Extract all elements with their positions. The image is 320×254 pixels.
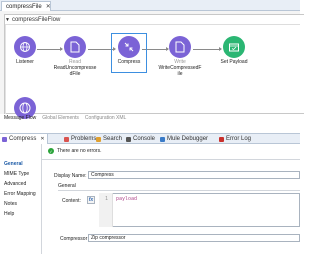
close-icon[interactable]: ✕ xyxy=(40,136,44,142)
line-number: 1 xyxy=(105,196,109,202)
tab-error-log[interactable]: Error Log xyxy=(219,134,251,144)
tab-compress[interactable]: Compress ✕ xyxy=(0,134,48,144)
tab-console[interactable]: Console xyxy=(126,134,155,144)
search-icon xyxy=(96,136,101,142)
bug-icon xyxy=(160,136,165,142)
node-write[interactable]: Write WriteCompressedF ile xyxy=(156,36,204,77)
collapse-icon[interactable]: ▼ xyxy=(5,17,10,23)
node-label: WriteCompressedF ile xyxy=(158,65,202,77)
check-icon: ✓ xyxy=(48,148,54,154)
flow-name: compressFileFlow xyxy=(11,16,61,23)
console-icon xyxy=(126,136,131,142)
tab-mule-debugger[interactable]: Mule Debugger xyxy=(160,134,208,144)
file-icon xyxy=(64,36,86,58)
node-read[interactable]: Read ReadUncompresse dFile xyxy=(51,36,99,77)
tab-message-flow[interactable]: Message Flow xyxy=(4,115,36,121)
code-text[interactable]: payload xyxy=(116,196,137,202)
tab-mule-debugger-label: Mule Debugger xyxy=(167,136,209,142)
sidebar-item-help[interactable]: Help xyxy=(0,209,41,219)
sidebar-item-general[interactable]: General xyxy=(0,159,41,169)
tab-error-log-label: Error Log xyxy=(226,136,252,142)
node-label: ReadUncompresse dFile xyxy=(53,65,97,77)
file-icon xyxy=(169,36,191,58)
section-title: General xyxy=(58,183,76,189)
editor-bottom-tabs: Message Flow Global Elements Configurati… xyxy=(4,114,126,122)
tab-global-elements[interactable]: Global Elements xyxy=(42,115,79,121)
properties-sidebar: General MIME Type Advanced Error Mapping… xyxy=(0,144,42,254)
close-icon[interactable]: ✕ xyxy=(46,3,51,10)
problems-icon xyxy=(64,136,69,142)
tab-compress-label: Compress xyxy=(9,136,37,142)
content-label: Content: xyxy=(62,198,81,204)
compressor-select[interactable]: Zip compressor xyxy=(88,234,300,242)
tab-console-label: Console xyxy=(133,136,156,142)
status-divider xyxy=(42,159,300,160)
editor-tab-compressfile[interactable]: compressFile ✕ xyxy=(1,1,51,11)
editor-tab-title: compressFile xyxy=(6,3,42,10)
node-label: Listener xyxy=(16,59,34,65)
tab-search-label: Search xyxy=(103,136,123,142)
node-compress[interactable]: Compress xyxy=(105,36,153,65)
section-divider xyxy=(58,190,300,191)
display-name-input[interactable]: Compress xyxy=(88,171,300,179)
compress-icon xyxy=(118,36,140,58)
error-log-icon xyxy=(219,136,224,142)
node-label: Set Payload xyxy=(220,59,248,65)
flow-header[interactable]: ▼ compressFileFlow xyxy=(5,15,60,24)
sidebar-item-mime-type[interactable]: MIME Type xyxy=(0,169,41,179)
set-payload-icon xyxy=(223,36,245,58)
sidebar-item-advanced[interactable]: Advanced xyxy=(0,179,41,189)
tab-problems-label: Problems xyxy=(71,136,97,142)
tab-configuration-xml[interactable]: Configuration XML xyxy=(85,115,126,121)
node-label: Compress xyxy=(117,59,141,65)
sidebar-item-notes[interactable]: Notes xyxy=(0,199,41,209)
validation-status: ✓ There are no errors. xyxy=(48,148,101,154)
tab-problems[interactable]: Problems xyxy=(64,134,96,144)
node-listener[interactable]: Listener xyxy=(1,36,49,65)
compress-icon xyxy=(2,136,7,142)
globe-icon xyxy=(14,36,36,58)
status-text: There are no errors. xyxy=(57,148,102,154)
tab-search[interactable]: Search xyxy=(96,134,122,144)
compressor-label: Compressor xyxy=(60,236,88,242)
node-set-payload[interactable]: Set Payload xyxy=(210,36,258,65)
fx-toggle-button[interactable]: fx xyxy=(87,196,95,204)
display-name-label: Display Name: xyxy=(54,173,87,179)
sidebar-item-error-mapping[interactable]: Error Mapping xyxy=(0,189,41,199)
